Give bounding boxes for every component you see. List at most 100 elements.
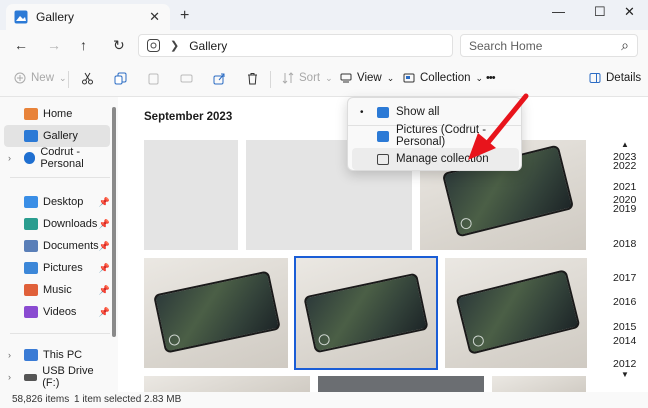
new-tab-button[interactable]: + xyxy=(180,7,189,25)
timeline-year[interactable]: 2012 xyxy=(613,358,636,370)
timeline-year[interactable]: 2021 xyxy=(613,181,636,193)
pictures-icon xyxy=(24,262,38,274)
videos-icon xyxy=(24,306,38,318)
sidebar-item-home[interactable]: Home xyxy=(4,103,110,125)
timeline-year[interactable]: 2016 xyxy=(613,296,636,308)
share-button[interactable] xyxy=(213,72,226,85)
maximize-button[interactable]: ☐ xyxy=(594,4,606,20)
search-icon: ⌕ xyxy=(621,37,629,53)
details-button[interactable]: Details xyxy=(589,72,641,84)
sidebar-item-this-pc[interactable]: › This PC xyxy=(4,344,110,366)
item-count: 58,826 items xyxy=(12,394,70,405)
timeline-year[interactable]: 2019 xyxy=(613,203,636,215)
minimize-button[interactable]: — xyxy=(552,4,565,19)
menu-item-pictures-folder[interactable]: Pictures (Codrut - Personal) xyxy=(352,124,519,148)
copy-icon xyxy=(114,72,127,85)
sidebar-item-label: Music xyxy=(43,284,72,296)
timeline-year[interactable]: 2015 xyxy=(613,321,636,333)
delete-icon xyxy=(248,73,257,85)
copy-button[interactable] xyxy=(114,72,127,85)
collection-label: Collection xyxy=(420,72,471,84)
sidebar-item-videos[interactable]: Videos 📌 xyxy=(4,301,110,323)
pin-icon: 📌 xyxy=(98,218,110,229)
details-label: Details xyxy=(606,72,642,84)
sort-button[interactable]: Sort ⌄ xyxy=(282,72,333,84)
delete-button[interactable] xyxy=(246,72,259,85)
gallery-thumbnail[interactable] xyxy=(144,376,310,392)
gallery-thumbnail[interactable] xyxy=(144,140,238,250)
expand-chevron-icon[interactable]: › xyxy=(8,372,11,382)
timeline-year[interactable]: 2014 xyxy=(613,335,636,347)
up-button[interactable]: ↑ xyxy=(80,37,87,53)
more-options-button[interactable]: ••• xyxy=(486,72,496,84)
gallery-thumbnail[interactable] xyxy=(492,376,586,392)
gallery-location-icon xyxy=(147,39,160,52)
status-bar: 58,826 items 1 item selected 2.83 MB xyxy=(0,392,648,408)
breadcrumb[interactable]: Gallery xyxy=(189,39,227,53)
address-bar[interactable]: ❯ Gallery xyxy=(138,34,453,57)
photo-content xyxy=(303,272,429,354)
sidebar-item-desktop[interactable]: Desktop 📌 xyxy=(4,191,110,213)
refresh-button[interactable]: ↻ xyxy=(113,37,125,54)
documents-icon xyxy=(24,240,38,252)
sidebar-item-label: Videos xyxy=(43,306,77,318)
selected-bullet-icon: • xyxy=(360,106,364,118)
details-pane-icon xyxy=(589,73,601,83)
collection-icon xyxy=(403,73,415,83)
rename-button[interactable] xyxy=(180,72,193,85)
toolbar-divider xyxy=(68,71,69,88)
gallery-thumbnail[interactable] xyxy=(318,376,484,392)
downloads-icon xyxy=(24,218,38,230)
photo-content xyxy=(153,270,281,354)
sidebar-item-gallery[interactable]: Gallery xyxy=(4,125,110,147)
tab-title: Gallery xyxy=(36,10,75,24)
new-label: New xyxy=(31,72,55,84)
pin-icon: 📌 xyxy=(98,306,110,317)
search-placeholder: Search Home xyxy=(469,38,543,53)
new-icon xyxy=(14,72,26,84)
sidebar-divider xyxy=(10,333,110,334)
timeline-year[interactable]: 2017 xyxy=(613,272,636,284)
gallery-thumbnail[interactable] xyxy=(144,258,288,368)
gallery-thumbnail-selected[interactable] xyxy=(294,256,438,370)
sidebar-item-documents[interactable]: Documents 📌 xyxy=(4,235,110,257)
share-icon xyxy=(213,73,225,85)
menu-item-label: Show all xyxy=(396,106,440,118)
view-button[interactable]: View ⌄ xyxy=(340,72,394,84)
sidebar-item-usb-drive[interactable]: › USB Drive (F:) xyxy=(4,365,110,389)
manage-collection-icon xyxy=(377,153,389,165)
sidebar-item-label: Pictures xyxy=(43,262,83,274)
sort-label: Sort xyxy=(299,72,321,84)
tab-gallery[interactable]: Gallery ✕ xyxy=(6,4,170,30)
expand-chevron-icon[interactable]: › xyxy=(8,153,11,163)
expand-chevron-icon[interactable]: › xyxy=(8,350,11,360)
tab-close-icon[interactable]: ✕ xyxy=(149,9,160,25)
paste-button[interactable] xyxy=(147,72,160,85)
timeline-scrubber[interactable]: ▲ 2023 2022 2021 2020 2019 2018 2017 201… xyxy=(600,140,648,380)
collection-button[interactable]: Collection ⌄ xyxy=(403,72,483,84)
close-window-button[interactable]: ✕ xyxy=(624,4,635,20)
menu-item-manage-collection[interactable]: Manage collection xyxy=(352,148,519,170)
sidebar-item-downloads[interactable]: Downloads 📌 xyxy=(4,213,110,235)
rename-icon xyxy=(180,74,193,83)
timeline-up-arrow-icon[interactable]: ▲ xyxy=(621,140,629,149)
sidebar-item-music[interactable]: Music 📌 xyxy=(4,279,110,301)
search-input[interactable]: Search Home ⌕ xyxy=(460,34,638,57)
sidebar-scrollbar[interactable] xyxy=(112,107,116,337)
timeline-down-arrow-icon[interactable]: ▼ xyxy=(621,370,629,379)
forward-button[interactable]: → xyxy=(47,37,61,53)
timeline-year[interactable]: 2018 xyxy=(613,238,636,250)
menu-item-show-all[interactable]: • Show all xyxy=(352,101,519,123)
pc-icon xyxy=(24,349,38,361)
command-bar: New ⌄ Sort ⌄ View ⌄ Collection ⌄ ••• Det… xyxy=(0,61,648,97)
timeline-year[interactable]: 2022 xyxy=(613,160,636,172)
sidebar-item-label: Downloads xyxy=(43,218,98,230)
back-button[interactable]: ← xyxy=(14,37,28,53)
cut-button[interactable] xyxy=(81,72,94,85)
gallery-thumbnail[interactable] xyxy=(445,258,587,368)
sidebar-item-pictures[interactable]: Pictures 📌 xyxy=(4,257,110,279)
menu-item-label: Manage collection xyxy=(396,153,489,165)
sidebar-item-onedrive[interactable]: › Codrut - Personal xyxy=(4,146,110,170)
new-button[interactable]: New ⌄ xyxy=(14,72,67,84)
pin-icon: 📌 xyxy=(98,284,110,295)
